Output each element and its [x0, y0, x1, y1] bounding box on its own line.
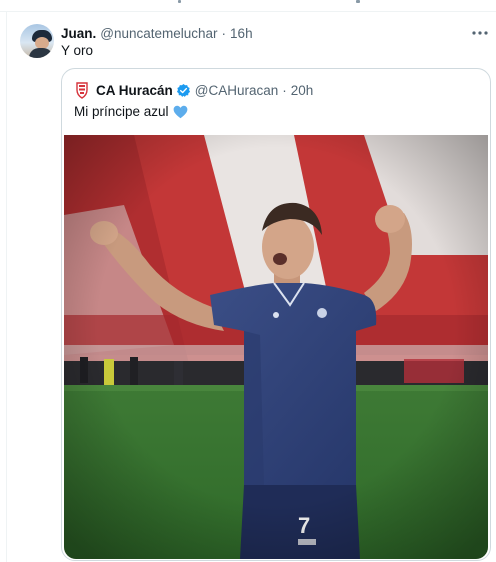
player-celebrating-photo[interactable]: 7	[64, 135, 488, 559]
verified-badge-icon	[176, 83, 191, 98]
column-border	[6, 12, 7, 562]
avatar[interactable]	[20, 24, 54, 58]
separator-dot: ·	[221, 25, 227, 41]
quoted-tweet-card[interactable]: CA Huracán @CAHuracan · 20h Mi príncipe …	[61, 68, 491, 561]
timeline-page: Juan. @nuncatemeluchar · 16h Y oro CA Hu…	[0, 0, 496, 562]
more-horizontal-icon[interactable]	[470, 24, 490, 42]
quoted-author-name[interactable]: CA Huracán	[96, 83, 173, 98]
icon-remnant	[356, 0, 360, 3]
icon-remnant	[178, 0, 181, 3]
author-name[interactable]: Juan.	[61, 26, 96, 41]
tweet-text: Y oro	[61, 43, 94, 58]
previous-post-edge	[0, 0, 496, 12]
quoted-tweet-timestamp[interactable]: 20h	[291, 83, 314, 98]
quoted-tweet-text-row: Mi príncipe azul	[74, 103, 188, 121]
quoted-author-handle[interactable]: @CAHuracan	[195, 83, 279, 98]
club-crest-icon	[74, 81, 90, 99]
blue-heart-icon	[173, 105, 188, 119]
author-handle[interactable]: @nuncatemeluchar	[100, 26, 217, 41]
tweet-timestamp[interactable]: 16h	[230, 26, 253, 41]
quoted-tweet-text: Mi príncipe azul	[74, 104, 169, 119]
separator-dot: ·	[282, 82, 287, 98]
quoted-tweet-header: CA Huracán @CAHuracan · 20h	[74, 81, 313, 99]
tweet-header: Juan. @nuncatemeluchar · 16h	[61, 24, 253, 42]
